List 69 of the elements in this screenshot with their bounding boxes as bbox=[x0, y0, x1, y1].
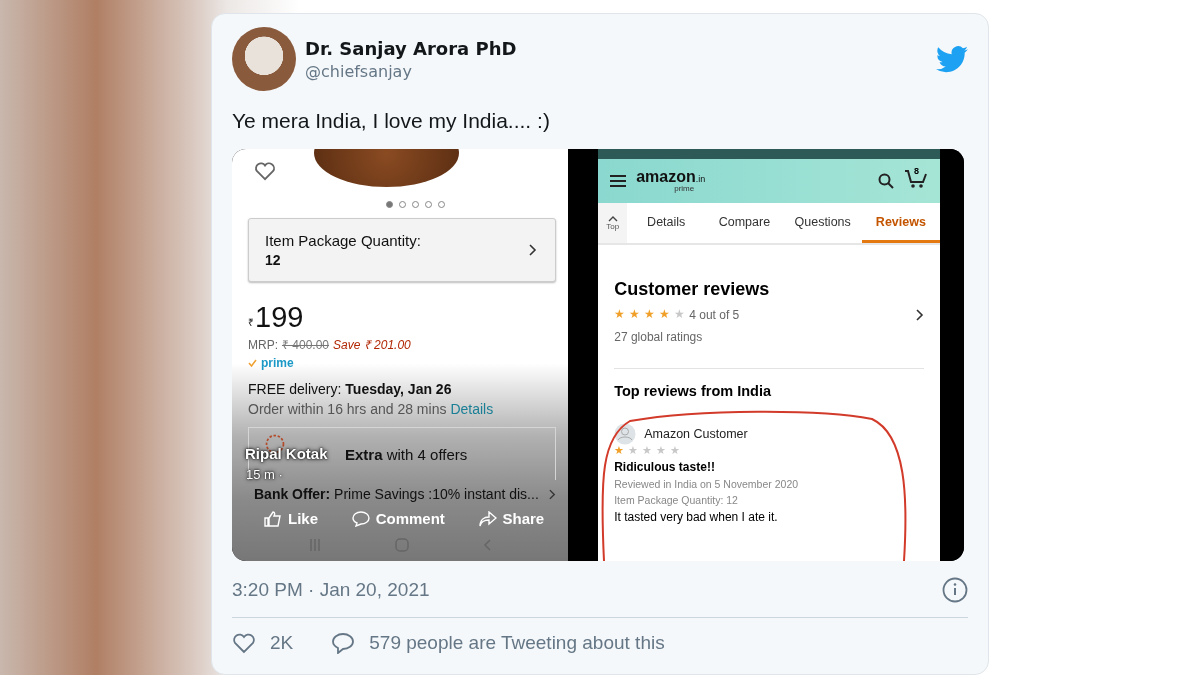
check-icon bbox=[248, 359, 257, 367]
section-tab[interactable]: Reviews bbox=[861, 203, 940, 243]
author-name[interactable]: Dr. Sanjay Arora PhD bbox=[305, 37, 927, 59]
star-icon: ★ bbox=[670, 445, 681, 456]
star-icon: ★ bbox=[628, 445, 639, 456]
author-handle[interactable]: @chiefsanjay bbox=[305, 61, 927, 81]
offers-text: Extra with 4 offers bbox=[345, 445, 468, 463]
reviews-heading: Customer reviews bbox=[614, 279, 771, 300]
quantity-selector[interactable]: Item Package Quantity: 12 bbox=[248, 218, 557, 282]
star-icon: ★ bbox=[659, 308, 671, 320]
speech-bubble-icon bbox=[351, 510, 370, 527]
quantity-value: 12 bbox=[265, 252, 282, 268]
heart-icon bbox=[232, 632, 256, 654]
tweet-text: Ye mera India, I love my India.... :) bbox=[232, 109, 551, 133]
review-body: It tasted very bad when I ate it. bbox=[614, 510, 779, 524]
search-icon[interactable] bbox=[878, 173, 894, 189]
chevron-right-icon bbox=[549, 488, 557, 500]
star-icon: ★ bbox=[644, 308, 656, 320]
discussion-link[interactable]: 579 people are Tweeting about this bbox=[331, 632, 665, 654]
savings-text: Save ₹ 201.00 bbox=[333, 337, 411, 353]
star-icon: ★ bbox=[656, 445, 667, 456]
cart-count: 8 bbox=[914, 166, 919, 176]
likes-counter[interactable]: 2K bbox=[232, 632, 294, 654]
delivery-label: FREE delivery: bbox=[248, 381, 342, 397]
star-icon: ★ bbox=[614, 445, 625, 456]
post-action-button[interactable]: Like bbox=[264, 508, 318, 529]
menu-icon[interactable] bbox=[610, 175, 627, 187]
star-icon: ★ bbox=[614, 308, 626, 320]
page-dot[interactable] bbox=[385, 201, 393, 208]
logo-word[interactable]: amazon bbox=[636, 169, 696, 185]
review-variant: Item Package Quantity: 12 bbox=[614, 494, 739, 506]
logo-domain[interactable]: .in bbox=[695, 175, 706, 184]
share-arrow-icon bbox=[478, 510, 497, 527]
mrp-label: MRP: bbox=[248, 338, 278, 352]
top-reviews-heading: Top reviews from India bbox=[614, 383, 773, 399]
thumbs-up-icon bbox=[264, 510, 282, 527]
section-tab[interactable]: Questions bbox=[783, 203, 862, 243]
logo-subtitle[interactable]: prime bbox=[636, 185, 868, 193]
tweet-timestamp[interactable]: 3:20 PM · Jan 20, 2021 bbox=[232, 579, 430, 601]
mrp-price: ₹ 400.00 bbox=[282, 337, 330, 353]
caret-up-icon bbox=[607, 215, 618, 222]
star-icon: ★ bbox=[629, 308, 641, 320]
price: 199 bbox=[255, 302, 304, 332]
section-tab[interactable]: Compare bbox=[705, 203, 784, 243]
delivery-date: Tuesday, Jan 26 bbox=[345, 381, 452, 397]
review-date: Reviewed in India on 5 November 2020 bbox=[614, 478, 800, 490]
star-icon: ★ bbox=[642, 445, 653, 456]
review-title: Ridiculous taste!! bbox=[614, 460, 716, 474]
section-tab[interactable]: Details bbox=[627, 203, 706, 243]
chevron-right-icon[interactable] bbox=[916, 309, 924, 321]
heart-icon[interactable] bbox=[254, 161, 276, 181]
order-deadline: Order within 16 hrs and 28 mins bbox=[248, 401, 447, 417]
rating-text: 4 out of 5 bbox=[689, 308, 740, 322]
bird-logo-icon[interactable] bbox=[936, 45, 968, 73]
info-icon[interactable] bbox=[942, 577, 968, 603]
cart-icon[interactable] bbox=[904, 169, 928, 189]
top-tab[interactable]: Top bbox=[598, 203, 628, 243]
ratings-count: 27 global ratings bbox=[614, 330, 704, 344]
speech-bubble-icon bbox=[331, 632, 356, 654]
chevron-right-icon bbox=[529, 244, 538, 256]
user-avatar-icon bbox=[614, 423, 637, 445]
currency-symbol: ₹ bbox=[248, 316, 254, 330]
post-action-button[interactable]: Comment bbox=[351, 508, 445, 529]
quantity-label: Item Package Quantity: bbox=[265, 232, 421, 249]
prime-label: prime bbox=[261, 357, 294, 369]
bank-offer-text: Bank Offer: Prime Savings :10% instant dis... bbox=[254, 486, 539, 502]
star-icon: ★ bbox=[674, 308, 686, 320]
reviewer-name: Amazon Customer bbox=[644, 427, 748, 441]
post-action-button[interactable]: Share bbox=[478, 508, 545, 529]
